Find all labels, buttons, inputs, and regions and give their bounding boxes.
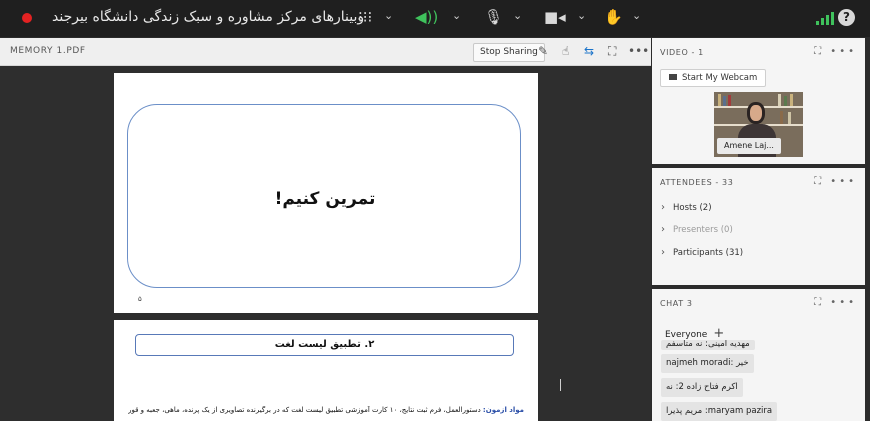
pod-options-icon[interactable]: ••• <box>830 297 857 308</box>
slide-page-2: ۲. تطبیق لیست لغت مواد آزمون: دستورالعمل… <box>114 320 538 421</box>
attendees-pod-controls: ⛶ ••• <box>814 176 857 187</box>
attendees-pod: ATTENDEES - 33 ⛶ ••• › Hosts (2) › Present… <box>652 168 865 285</box>
chat-message: اکرم فتاح زاده 2: نه <box>661 378 743 397</box>
chevron-right-icon: › <box>661 247 665 258</box>
start-webcam-button[interactable]: Start My Webcam <box>660 69 767 87</box>
raise-hand-icon[interactable]: ✋ <box>604 8 623 26</box>
participant-video-tile[interactable]: Amene Laj... <box>714 92 803 157</box>
right-sidebar: VIDEO - 1 ⛶ ••• Start My Webcam Amene La… <box>652 38 870 421</box>
chat-recipient-tab[interactable]: Everyone + <box>665 326 724 341</box>
camera-chevron-icon[interactable]: ⌄ <box>577 9 586 22</box>
slide-heading: تمرین کنیم! <box>274 189 376 209</box>
layouts-grid-icon[interactable]: ⁝⁝⁝ <box>358 8 372 26</box>
slide-body-label: مواد آزمون: <box>482 406 524 414</box>
video-pod-header: VIDEO - 1 ⛶ ••• <box>652 38 865 66</box>
pointer-hand-icon[interactable]: ☝ <box>562 44 569 58</box>
share-pod-header: MEMORY 1.PDF Stop Sharing ✎ ☝ ⇆ ⛶ ••• <box>0 38 651 66</box>
slide-section-heading: ۲. تطبیق لیست لغت <box>135 334 514 356</box>
text-cursor <box>560 379 561 391</box>
draw-pencil-icon[interactable]: ✎ <box>538 44 548 58</box>
fullscreen-icon[interactable]: ⛶ <box>814 176 824 187</box>
speaker-chevron-icon[interactable]: ⌄ <box>452 9 461 22</box>
video-pod-title: VIDEO - 1 <box>660 48 704 57</box>
recording-indicator-icon[interactable] <box>22 13 32 23</box>
chat-message: مهدیه امینی: نه متاسفم <box>661 340 755 350</box>
meeting-menu-chevron-icon[interactable]: ⌄ <box>314 9 323 22</box>
attendees-pod-title: ATTENDEES - 33 <box>660 178 734 187</box>
microphone-icon[interactable]: 🎙 <box>484 8 503 26</box>
help-icon[interactable]: ? <box>838 9 855 26</box>
attendee-group-participants[interactable]: › Participants (31) <box>661 247 743 258</box>
layouts-chevron-icon[interactable]: ⌄ <box>384 9 393 22</box>
slide-body-content: دستورالعمل، فرم ثبت نتایج، ۱۰ کارت آموزش… <box>128 406 481 414</box>
add-chat-tab-icon[interactable]: + <box>713 326 724 341</box>
slide-title-box: تمرین کنیم! <box>127 104 521 288</box>
fullscreen-icon[interactable]: ⛶ <box>814 297 824 308</box>
chat-message: مریم پذیرا :maryam pazira <box>661 402 778 421</box>
participant-name-tag: Amene Laj... <box>717 138 781 154</box>
chat-pod: CHAT 3 ⛶ ••• Everyone + مهدیه امینی: نه م… <box>652 289 865 421</box>
top-toolbar: وبینارهای مرکز مشاوره و سبک زندگی دانشگا… <box>0 0 870 37</box>
chevron-right-icon: › <box>661 202 665 213</box>
share-pod-title: MEMORY 1.PDF <box>10 46 86 56</box>
attendees-pod-header: ATTENDEES - 33 ⛶ ••• <box>652 168 865 196</box>
raise-hand-chevron-icon[interactable]: ⌄ <box>632 9 641 22</box>
chat-pod-title: CHAT 3 <box>660 299 693 308</box>
webcam-icon <box>669 74 677 80</box>
pod-options-icon[interactable]: ••• <box>628 44 649 58</box>
sync-arrows-icon[interactable]: ⇆ <box>584 44 594 58</box>
pod-options-icon[interactable]: ••• <box>830 176 857 187</box>
camera-icon[interactable]: ■◂ <box>544 8 566 26</box>
participant-face <box>747 102 765 124</box>
video-pod: VIDEO - 1 ⛶ ••• Start My Webcam Amene La… <box>652 38 865 164</box>
attendee-group-presenters[interactable]: › Presenters (0) <box>661 224 733 235</box>
video-pod-controls: ⛶ ••• <box>814 46 857 57</box>
chat-message: najmeh moradi: خیر <box>661 354 754 373</box>
stop-sharing-button[interactable]: Stop Sharing <box>473 43 545 62</box>
fullscreen-icon[interactable]: ⛶ <box>814 46 824 57</box>
attendee-group-hosts[interactable]: › Hosts (2) <box>661 202 712 213</box>
share-pod: MEMORY 1.PDF Stop Sharing ✎ ☝ ⇆ ⛶ ••• تم… <box>0 38 651 421</box>
slide-page-number: ۵ <box>138 295 142 303</box>
chevron-right-icon: › <box>661 224 665 235</box>
chat-pod-controls: ⛶ ••• <box>814 297 857 308</box>
microphone-chevron-icon[interactable]: ⌄ <box>513 9 522 22</box>
pod-options-icon[interactable]: ••• <box>830 46 857 57</box>
slide-body-text: مواد آزمون: دستورالعمل، فرم ثبت نتایج، ۱… <box>128 406 524 414</box>
speaker-icon[interactable]: ◀)) <box>415 8 438 26</box>
fullscreen-icon[interactable]: ⛶ <box>608 44 616 59</box>
connection-signal-icon[interactable] <box>816 12 834 25</box>
chat-pod-header: CHAT 3 ⛶ ••• <box>652 289 865 317</box>
start-webcam-label: Start My Webcam <box>682 73 758 83</box>
slide-page-1: تمرین کنیم! ۵ <box>114 73 538 313</box>
